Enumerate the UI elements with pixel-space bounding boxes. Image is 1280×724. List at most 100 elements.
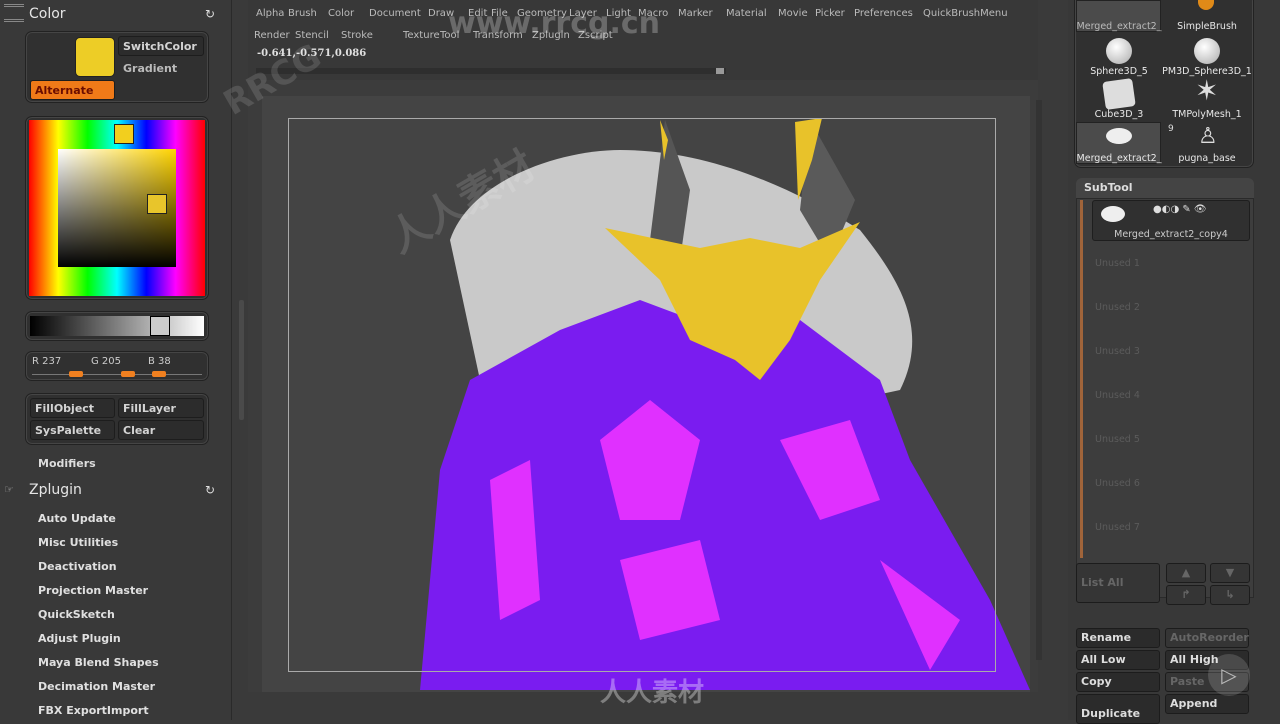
menu-file[interactable]: File — [491, 8, 508, 19]
menu-zscript[interactable]: Zscript — [578, 30, 613, 41]
menu-color[interactable]: Color — [328, 8, 354, 19]
menu-render[interactable]: Render — [254, 30, 290, 41]
tool-item[interactable]: Merged_extract2_ — [1074, 21, 1164, 32]
menu-transform[interactable]: Transform — [473, 30, 523, 41]
zplugin-item[interactable]: Decimation Master — [38, 680, 155, 693]
color-panel-title[interactable]: Color — [29, 6, 66, 22]
sphere-icon — [1194, 38, 1220, 64]
subtool-visibility-icons[interactable]: ●◐◑ ✎ 👁 — [1153, 204, 1207, 215]
main-color-swatch[interactable] — [75, 37, 115, 77]
zplugin-item[interactable]: Misc Utilities — [38, 536, 118, 549]
play-icon[interactable]: ▷ — [1208, 654, 1250, 696]
cube-icon — [1102, 78, 1136, 110]
menu-brush[interactable]: Brush — [288, 8, 317, 19]
subtool-active-item[interactable]: ●◐◑ ✎ 👁 Merged_extract2_copy4 — [1092, 200, 1250, 241]
document-frame — [288, 118, 996, 672]
rename-button[interactable]: Rename — [1076, 628, 1160, 648]
tool-item[interactable]: Cube3D_3 — [1074, 109, 1164, 120]
subtool-slot[interactable]: Unused 3 — [1095, 346, 1140, 357]
subtool-slot[interactable]: Unused 5 — [1095, 434, 1140, 445]
r-slider-handle[interactable] — [69, 371, 83, 377]
subtool-scrollbar[interactable] — [1080, 200, 1083, 558]
subtool-slot[interactable]: Unused 4 — [1095, 390, 1140, 401]
fill-layer-button[interactable]: FillLayer — [118, 398, 204, 418]
hue-marker[interactable] — [114, 124, 134, 144]
move-down-icon[interactable]: ▼ — [1210, 563, 1250, 583]
left-tray-scrollbar[interactable] — [239, 300, 244, 420]
menu-document[interactable]: Document — [369, 8, 421, 19]
menu-geometry[interactable]: Geometry — [517, 8, 567, 19]
zplugin-item[interactable]: Maya Blend Shapes — [38, 656, 159, 669]
zplugin-item[interactable]: Projection Master — [38, 584, 148, 597]
subtool-slot[interactable]: Unused 7 — [1095, 522, 1140, 533]
menu-light[interactable]: Light — [606, 8, 631, 19]
color-picker[interactable] — [25, 116, 209, 300]
subtool-title[interactable]: SubTool — [1084, 181, 1133, 194]
viewport-scrollbar[interactable] — [1036, 100, 1042, 660]
tool-item[interactable]: Merged_extract2_ — [1074, 153, 1164, 164]
tool-item[interactable]: pugna_base — [1162, 153, 1252, 164]
menu-texture[interactable]: Texture — [403, 30, 440, 41]
menu-preferences[interactable]: Preferences — [854, 8, 913, 19]
zplugin-item[interactable]: Auto Update — [38, 512, 116, 525]
tool-item[interactable]: SimpleBrush — [1162, 21, 1252, 32]
switch-color-button[interactable]: SwitchColor — [118, 36, 204, 56]
menu-material[interactable]: Material — [726, 8, 767, 19]
menu-zplugin[interactable]: Zplugin — [532, 30, 570, 41]
gradient-button[interactable]: Gradient — [118, 58, 204, 78]
auto-reorder-button[interactable]: AutoReorder — [1165, 628, 1249, 648]
b-slider-handle[interactable] — [152, 371, 166, 377]
move-up-arrow-icon[interactable]: ↱ — [1166, 585, 1206, 605]
tool-item[interactable]: Sphere3D_5 — [1074, 66, 1164, 77]
figure-icon: ♙ — [1198, 124, 1218, 149]
refresh-icon[interactable]: ↻ — [205, 483, 215, 497]
value-slider-handle[interactable] — [150, 316, 170, 336]
plug-icon: ☞ — [4, 483, 14, 496]
zplugin-title[interactable]: Zplugin — [29, 482, 82, 498]
tool-item[interactable]: PM3D_Sphere3D_1 — [1162, 66, 1252, 77]
modifiers-subpalette[interactable]: Modifiers — [38, 457, 96, 470]
sys-palette-button[interactable]: SysPalette — [30, 420, 115, 440]
g-value: G 205 — [91, 356, 122, 367]
subtool-slot[interactable]: Unused 6 — [1095, 478, 1140, 489]
all-low-button[interactable]: All Low — [1076, 650, 1160, 670]
clear-button[interactable]: Clear — [118, 420, 204, 440]
zplugin-item[interactable]: Adjust Plugin — [38, 632, 121, 645]
refresh-icon[interactable]: ↻ — [205, 7, 215, 21]
menu-tool[interactable]: Tool — [440, 30, 459, 41]
menu-alpha[interactable]: Alpha — [256, 8, 284, 19]
color-marker[interactable] — [147, 194, 167, 214]
menu-picker[interactable]: Picker — [815, 8, 845, 19]
value-slider[interactable] — [25, 311, 209, 341]
zplugin-item[interactable]: Deactivation — [38, 560, 117, 573]
copy-button[interactable]: Copy — [1076, 672, 1160, 692]
menu-macro[interactable]: Macro — [638, 8, 668, 19]
fill-object-button[interactable]: FillObject — [30, 398, 115, 418]
zplugin-item[interactable]: FBX ExportImport — [38, 704, 149, 717]
subtool-slot[interactable]: Unused 2 — [1095, 302, 1140, 313]
append-button[interactable]: Append — [1165, 694, 1249, 714]
g-slider-handle[interactable] — [121, 371, 135, 377]
move-up-icon[interactable]: ▲ — [1166, 563, 1206, 583]
menu-stroke[interactable]: Stroke — [341, 30, 373, 41]
left-tray: Color ↻ SwitchColor Gradient Alternate R… — [0, 0, 232, 720]
menu-grip-icon[interactable] — [4, 4, 24, 22]
star-icon: ✶ — [1195, 74, 1219, 107]
subtool-slot[interactable]: Unused 1 — [1095, 258, 1140, 269]
alternate-button[interactable]: Alternate — [30, 80, 115, 100]
progress-handle[interactable] — [716, 68, 724, 74]
menu-edit[interactable]: Edit — [468, 8, 487, 19]
tool-item[interactable]: TMPolyMesh_1 — [1162, 109, 1252, 120]
r-value: R 237 — [32, 356, 62, 367]
move-down-arrow-icon[interactable]: ↳ — [1210, 585, 1250, 605]
menu-quickbrushmenu[interactable]: QuickBrushMenu — [923, 8, 1008, 19]
subtool-active-name: Merged_extract2_copy4 — [1114, 229, 1228, 240]
zplugin-item[interactable]: QuickSketch — [38, 608, 115, 621]
list-all-button[interactable]: List All — [1076, 563, 1160, 603]
menu-stencil[interactable]: Stencil — [295, 30, 329, 41]
menu-draw[interactable]: Draw — [428, 8, 454, 19]
menu-marker[interactable]: Marker — [678, 8, 713, 19]
mesh-icon — [1106, 128, 1132, 144]
menu-layer[interactable]: Layer — [569, 8, 597, 19]
menu-movie[interactable]: Movie — [778, 8, 808, 19]
